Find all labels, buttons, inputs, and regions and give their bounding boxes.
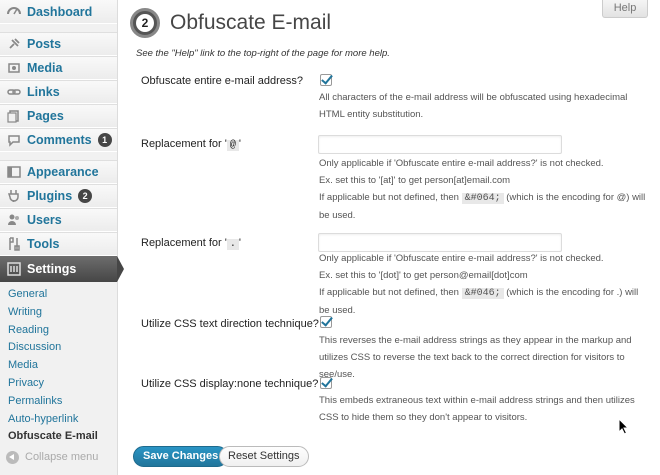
desc-line: If applicable but not defined, then &#06… — [319, 189, 649, 224]
sidebar-item-users[interactable]: Users — [0, 208, 117, 232]
pin-icon — [6, 37, 21, 52]
sidebar-item-label: Media — [27, 61, 63, 75]
desc-line: If applicable but not defined, then &#04… — [319, 284, 649, 319]
page-header: 2 Obfuscate E-mail — [130, 8, 331, 38]
page-title: Obfuscate E-mail — [170, 11, 332, 34]
sidebar-item-posts[interactable]: Posts — [0, 32, 117, 56]
appearance-icon — [6, 165, 21, 180]
sidebar-item-dashboard[interactable]: Dashboard — [0, 0, 117, 24]
desc-code: &#046; — [461, 288, 504, 299]
submenu-item-reading[interactable]: Reading — [0, 322, 117, 340]
users-icon — [6, 213, 21, 228]
submenu-item-permalinks[interactable]: Permalinks — [0, 393, 117, 411]
sidebar-item-comments[interactable]: Comments 1 — [0, 128, 117, 152]
sidebar-item-label: Users — [27, 213, 62, 227]
mouse-cursor-icon — [618, 418, 630, 435]
desc-line: Only applicable if 'Obfuscate entire e-m… — [319, 158, 604, 169]
sidebar-item-tools[interactable]: Tools — [0, 232, 117, 256]
sidebar-item-label: Posts — [27, 37, 62, 51]
css-direction-checkbox[interactable] — [320, 316, 332, 328]
replacement-at-desc: Only applicable if 'Obfuscate entire e-m… — [319, 155, 649, 224]
sidebar-item-plugins[interactable]: Plugins 2 — [0, 184, 117, 208]
sidebar-item-appearance[interactable]: Appearance — [0, 160, 117, 184]
menu-separator — [0, 152, 117, 160]
sidebar-item-label: Links — [27, 85, 60, 99]
sidebar-item-label: Appearance — [27, 165, 99, 179]
sidebar-item-label: Comments — [27, 133, 92, 147]
obfuscate-entire-checkbox[interactable] — [320, 74, 332, 86]
sidebar-item-label: Tools — [27, 237, 60, 251]
label-text: Replacement for ' — [141, 237, 227, 249]
comment-icon — [6, 133, 21, 148]
label-text: Replacement for ' — [141, 138, 227, 150]
plugins-count-badge: 2 — [78, 189, 93, 203]
submenu-item-privacy[interactable]: Privacy — [0, 375, 117, 393]
sidebar-item-media[interactable]: Media — [0, 56, 117, 80]
tools-icon — [6, 237, 21, 252]
desc-text: If applicable but not defined, then — [319, 192, 459, 203]
collapse-arrow-icon — [6, 450, 19, 464]
intro-text: See the "Help" link to the top-right of … — [136, 48, 390, 59]
plugin-page-icon: 2 — [130, 8, 160, 38]
sidebar-item-pages[interactable]: Pages — [0, 104, 117, 128]
css-display-label: Utilize CSS display:none technique? — [141, 378, 319, 390]
css-display-desc: This embeds extraneous text within e-mai… — [319, 395, 635, 423]
sidebar-item-label: Dashboard — [27, 4, 93, 19]
settings-icon — [6, 262, 21, 277]
submenu-item-general[interactable]: General — [0, 286, 117, 304]
desc-line: Only applicable if 'Obfuscate entire e-m… — [319, 253, 604, 264]
sidebar-item-links[interactable]: Links — [0, 80, 117, 104]
replacement-at-label: Replacement for ' @ ' — [141, 138, 241, 151]
sidebar-item-label: Pages — [27, 109, 64, 123]
css-direction-label: Utilize CSS text direction technique? — [141, 318, 319, 330]
replacement-dot-desc: Only applicable if 'Obfuscate entire e-m… — [319, 250, 649, 319]
submenu-item-auto-hyperlink[interactable]: Auto-hyperlink — [0, 411, 117, 429]
help-tab[interactable]: Help — [602, 0, 648, 18]
media-icon — [6, 61, 21, 76]
submenu-item-media[interactable]: Media — [0, 357, 117, 375]
comments-count-badge: 1 — [97, 133, 112, 147]
label-code: . — [226, 239, 239, 250]
submenu-item-writing[interactable]: Writing — [0, 304, 117, 322]
css-direction-desc: This reverses the e-mail address strings… — [319, 335, 632, 380]
collapse-menu-label: Collapse menu — [25, 451, 99, 463]
dashboard-icon — [6, 4, 21, 19]
sidebar-item-settings[interactable]: Settings — [0, 256, 124, 282]
settings-submenu: General Writing Reading Discussion Media… — [0, 282, 117, 448]
pages-icon — [6, 109, 21, 124]
page-icon-number: 2 — [136, 14, 154, 32]
desc-text: If applicable but not defined, then — [319, 287, 459, 298]
desc-code: &#064; — [461, 193, 504, 204]
reset-settings-button[interactable]: Reset Settings — [219, 446, 309, 467]
obfuscate-entire-label: Obfuscate entire e-mail address? — [141, 75, 304, 87]
css-display-checkbox[interactable] — [320, 377, 332, 389]
label-text: ' — [238, 237, 241, 249]
label-code: @ — [226, 140, 239, 151]
save-changes-button[interactable]: Save Changes — [133, 446, 229, 467]
submenu-item-discussion[interactable]: Discussion — [0, 339, 117, 357]
obfuscate-entire-desc: All characters of the e-mail address wil… — [319, 92, 628, 120]
replacement-dot-label: Replacement for '. ' — [141, 237, 241, 250]
menu-separator — [0, 24, 117, 32]
admin-sidebar: Dashboard Posts Media Links Pages Commen… — [0, 0, 124, 475]
submenu-item-obfuscate-email[interactable]: Obfuscate E-mail — [0, 428, 117, 446]
link-icon — [6, 85, 21, 100]
collapse-menu-button[interactable]: Collapse menu — [0, 449, 98, 465]
sidebar-item-label: Settings — [27, 262, 77, 276]
replacement-at-input[interactable] — [318, 135, 562, 154]
sidebar-item-label: Plugins — [27, 189, 73, 203]
desc-line: Ex. set this to '[dot]' to get person@em… — [319, 270, 528, 281]
label-text: ' — [238, 138, 241, 150]
desc-line: Ex. set this to '[at]' to get person[at]… — [319, 175, 511, 186]
plug-icon — [6, 189, 21, 204]
